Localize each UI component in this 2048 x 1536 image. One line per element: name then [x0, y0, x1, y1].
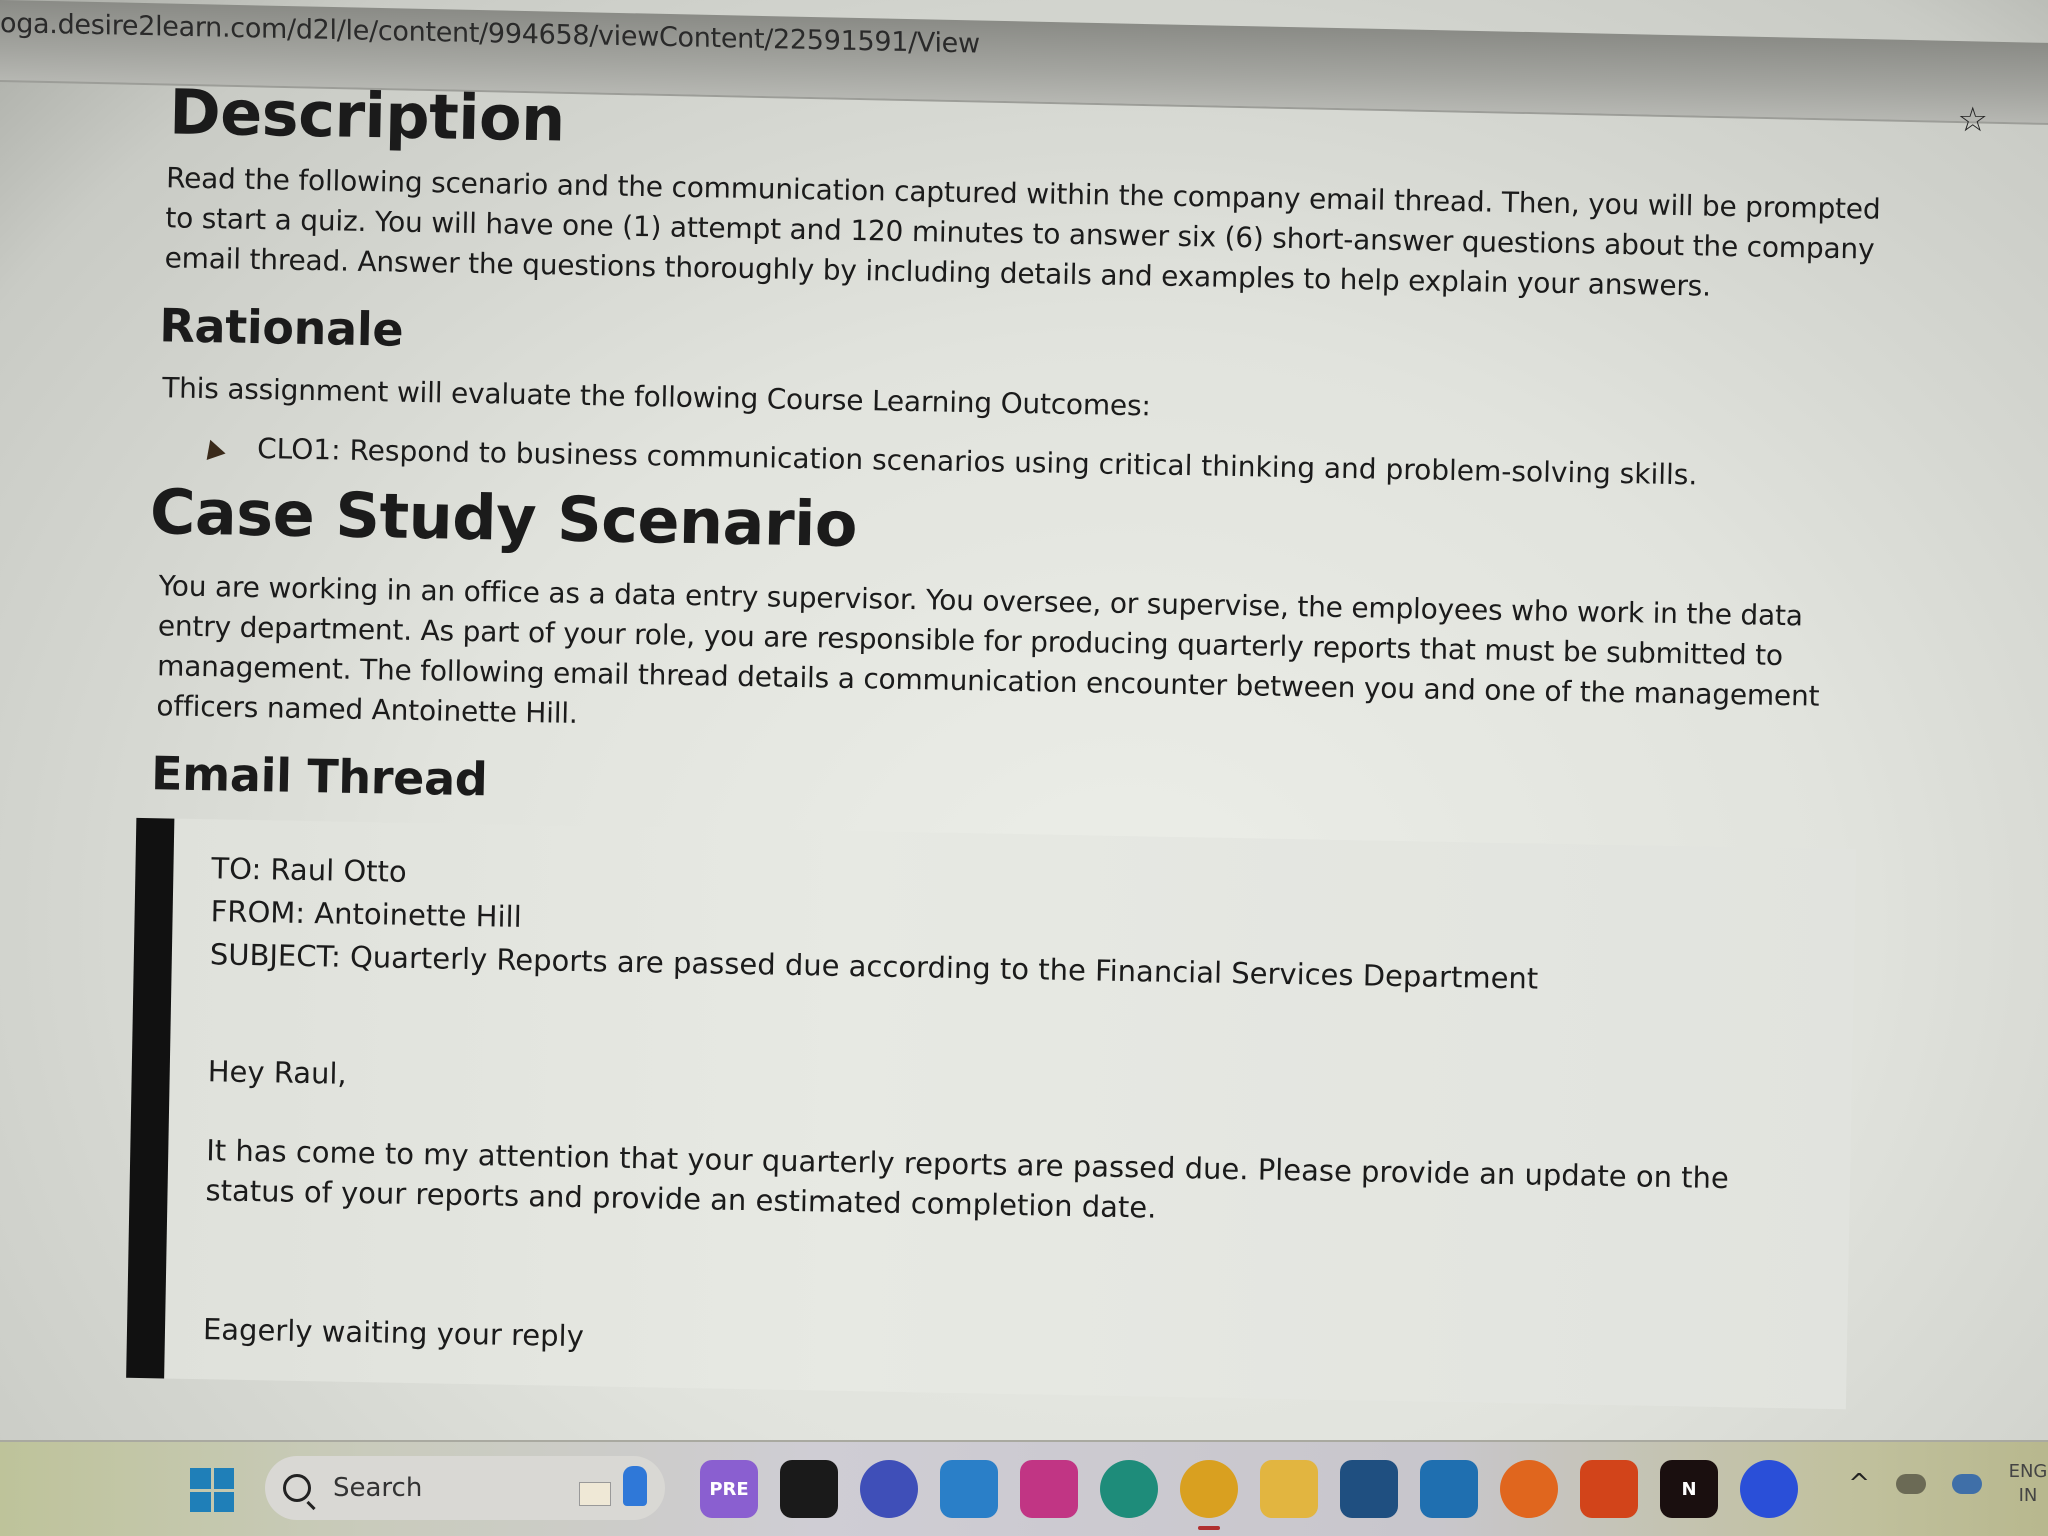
netflix-icon[interactable]: N	[1660, 1460, 1718, 1518]
case-study-text: You are working in an office as a data e…	[156, 569, 1820, 730]
zoom-app-icon[interactable]	[1740, 1460, 1798, 1518]
app-icon-label: N	[1681, 1478, 1697, 1500]
chrome-icon[interactable]	[1180, 1460, 1238, 1530]
mail-icon[interactable]	[940, 1460, 998, 1518]
windows-start-icon[interactable]	[190, 1468, 234, 1512]
email-greeting: Hey Raul,	[207, 1054, 348, 1091]
url-text[interactable]: oga.desire2learn.com/d2l/le/content/9946…	[0, 8, 980, 60]
sync-app-icon[interactable]	[1420, 1460, 1478, 1518]
vlc-icon[interactable]	[1580, 1460, 1638, 1518]
email-signoff: Eagerly waiting your reply	[202, 1312, 585, 1354]
microsoft-store-icon[interactable]	[1340, 1460, 1398, 1518]
screen: oga.desire2learn.com/d2l/le/content/9946…	[0, 0, 2048, 1536]
task-view-icon[interactable]	[780, 1460, 838, 1518]
firefox-icon[interactable]	[1500, 1460, 1558, 1518]
content-area: Description Read the following scenario …	[126, 75, 1890, 1410]
show-hidden-icons-chevron[interactable]: ^	[1848, 1469, 1870, 1499]
instagram-icon[interactable]	[1020, 1460, 1078, 1518]
onedrive-icon[interactable]	[1952, 1474, 1982, 1494]
bullet-icon	[200, 435, 226, 460]
email-block: TO: Raul Otto FROM: Antoinette Hill SUBJ…	[126, 817, 1857, 1410]
email-body: It has come to my attention that your qu…	[205, 1133, 1730, 1225]
lang-line2: IN	[2018, 1485, 2038, 1506]
edge-icon[interactable]	[1100, 1460, 1158, 1518]
language-indicator[interactable]: ENG IN	[2008, 1460, 2048, 1508]
email-thread-heading: Email Thread	[150, 746, 488, 807]
taskbar-search[interactable]: Search	[265, 1456, 665, 1520]
meet-chat-icon[interactable]	[860, 1460, 918, 1518]
search-highlight-icon[interactable]	[579, 1464, 651, 1512]
file-explorer-icon[interactable]	[1260, 1460, 1318, 1518]
star-icon[interactable]: ☆	[1958, 100, 1988, 140]
app-icon-label: PRE	[709, 1478, 749, 1500]
pinned-apps: PRE N	[700, 1460, 1798, 1530]
search-label: Search	[333, 1473, 423, 1503]
taskbar: Search PRE N ^ ENG IN	[0, 1440, 2048, 1536]
search-icon	[283, 1474, 311, 1502]
copilot-pre-icon[interactable]: PRE	[700, 1460, 758, 1518]
weather-cloud-icon[interactable]	[1896, 1474, 1926, 1494]
rationale-heading: Rationale	[158, 298, 404, 357]
description-text: Read the following scenario and the comm…	[164, 161, 1881, 303]
lang-line1: ENG	[2008, 1461, 2048, 1482]
system-tray: ^ ENG IN	[1848, 1460, 2048, 1508]
case-study-heading: Case Study Scenario	[149, 475, 858, 562]
